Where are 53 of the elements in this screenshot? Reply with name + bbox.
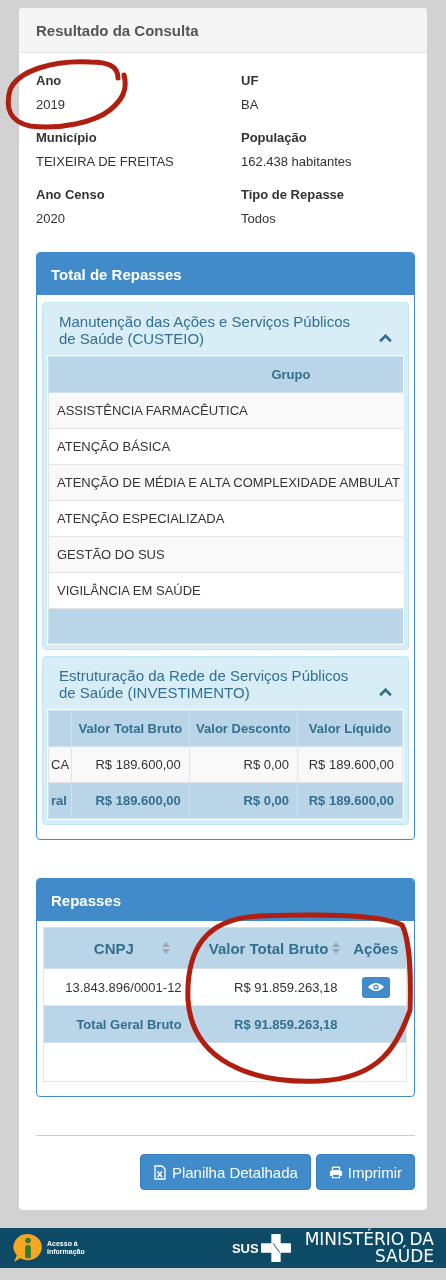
field-value: 2019 [36, 97, 66, 112]
table-cell: ATENÇÃO ESPECIALIZADA [48, 500, 403, 537]
field-value: Todos [241, 211, 277, 226]
accordion-title[interactable]: Manutenção das Ações e Serviços Públicos de Saúde (CUSTEIO) [59, 313, 369, 347]
field-label: Ano Censo [36, 187, 106, 202]
table-cell: Total Geral Bruto [43, 1005, 190, 1043]
cross-icon [260, 1234, 291, 1262]
column-header: Valor Líquido [297, 710, 403, 747]
table-cell: 13.843.896/0001-12 [43, 968, 190, 1006]
table-cell: R$ 189.600,00 [297, 746, 403, 783]
field-value: BA [241, 97, 260, 112]
table-cell: R$ 91.859.263,18 [189, 968, 346, 1006]
table-cell: R$ 189.600,00 [71, 782, 190, 819]
info-icon[interactable] [12, 1233, 44, 1263]
eye-icon [367, 982, 384, 992]
field-label: Tipo de Repasse [241, 187, 346, 202]
sus-logo-text: SUS [231, 1240, 259, 1256]
table-cell: CA [48, 746, 72, 783]
spreadsheet-icon [152, 1164, 167, 1180]
column-header: Valor Desconto [189, 710, 298, 747]
table-cell: ATENÇÃO DE MÉDIA E ALTA COMPLEXIDADE AMBULAT [48, 464, 403, 501]
field-value: 2020 [36, 211, 66, 226]
field-value: TEIXEIRA DE FREITAS [36, 154, 175, 169]
table-cell: ASSISTÊNCIA FARMACÊUTICA [48, 392, 403, 429]
field-label: População [241, 130, 308, 145]
field-label: Município [36, 130, 98, 145]
accordion-title[interactable]: Estruturação da Rede de Serviços Públicos de Saúde (INVESTIMENTO) [59, 667, 369, 701]
table-cell: ral [48, 782, 72, 819]
spreadsheet-button[interactable]: Planilha Detalhada [139, 1154, 311, 1190]
table-cell: ATENÇÃO BÁSICA [48, 428, 403, 465]
print-button[interactable]: Imprimir [315, 1154, 415, 1190]
view-button[interactable] [361, 976, 390, 998]
table-cell: R$ 91.859.263,18 [189, 1005, 346, 1043]
column-header: Grupo [48, 356, 403, 393]
table-cell: R$ 189.600,00 [297, 782, 403, 819]
table-cell: VIGILÂNCIA EM SAÚDE [48, 572, 403, 609]
table-cell: GESTÃO DO SUS [48, 536, 403, 573]
column-header[interactable]: Valor Total Bruto [208, 939, 329, 957]
table-cell: R$ 0,00 [189, 782, 298, 819]
card-title: Resultado da Consulta [36, 21, 199, 39]
field-value: 162.438 habitantes [241, 154, 353, 169]
field-label: Ano [36, 73, 63, 88]
table-cell: R$ 189.600,00 [71, 746, 190, 783]
column-header[interactable]: CNPJ [93, 939, 134, 957]
printer-icon [328, 1164, 343, 1180]
table-cell: R$ 0,00 [189, 746, 298, 783]
column-header: Ações [353, 939, 399, 957]
chevron-up-icon[interactable] [379, 688, 392, 697]
panel-title: Repasses [51, 891, 122, 909]
panel-title: Total de Repasses [51, 265, 182, 283]
field-label: UF [241, 73, 260, 88]
chevron-up-icon[interactable] [379, 334, 392, 343]
column-header: Valor Total Bruto [71, 710, 190, 747]
